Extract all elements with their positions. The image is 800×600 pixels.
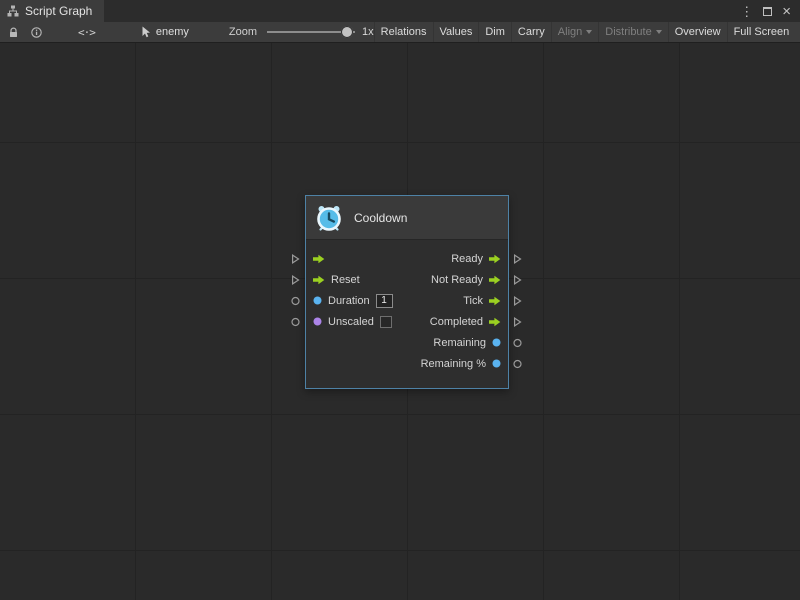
graph-canvas[interactable]: Cooldown Ready [0,43,800,600]
port-row: Ready [306,248,508,269]
port-label: Reset [331,274,360,286]
values-button[interactable]: Values [433,22,479,42]
port-label: Tick [463,295,483,307]
zoom-label: Zoom [229,26,257,38]
node-header[interactable]: Cooldown [306,196,508,240]
value-connector-icon[interactable] [291,317,300,326]
flow-connector-icon[interactable] [513,253,522,264]
zoom-control: Zoom 1x [229,25,374,39]
flow-connector-icon[interactable] [513,274,522,285]
port-row: Duration Tick [306,290,508,311]
flow-out-port-icon[interactable] [489,254,501,264]
flow-connector-icon[interactable] [291,253,300,264]
carry-button[interactable]: Carry [511,22,551,42]
menu-button[interactable]: ⋮ [740,5,753,18]
close-button[interactable]: × [782,4,791,19]
chevron-down-icon [656,30,662,34]
port-row: Reset Not Ready [306,269,508,290]
script-graph-tab[interactable]: Script Graph [0,0,104,22]
zoom-slider-handle[interactable] [341,26,353,38]
zoom-slider[interactable] [267,25,355,39]
port-row: Remaining % [306,353,508,374]
flow-connector-icon[interactable] [513,316,522,327]
flow-in-port-icon[interactable] [313,275,325,285]
port-label: Completed [430,316,483,328]
bool-port-icon[interactable] [313,317,322,326]
info-button[interactable] [31,27,42,38]
tab-label: Script Graph [25,4,92,18]
script-graph-icon [7,5,19,17]
unscaled-checkbox[interactable] [380,316,392,328]
chevron-down-icon [586,30,592,34]
float-port-icon[interactable] [313,296,322,305]
port-label: Ready [451,253,483,265]
toolbar-buttons: Relations Values Dim Carry Align Distrib… [374,22,796,42]
flow-out-port-icon[interactable] [489,317,501,327]
align-label: Align [558,26,582,38]
port-row: Remaining [306,332,508,353]
zoom-value: 1x [362,26,374,38]
flow-in-port-icon[interactable] [313,254,325,264]
dim-button[interactable]: Dim [478,22,511,42]
window-titlebar: Script Graph ⋮ × [0,0,800,22]
port-label: Unscaled [328,316,374,328]
cooldown-node[interactable]: Cooldown Ready [305,195,509,389]
value-connector-icon[interactable] [291,296,300,305]
pointer-icon [141,26,151,38]
port-label: Remaining % [421,358,486,370]
overview-button[interactable]: Overview [668,22,727,42]
maximize-button[interactable] [763,7,772,16]
relations-button[interactable]: Relations [374,22,433,42]
port-row: Unscaled Completed [306,311,508,332]
graph-name: enemy [156,26,189,38]
distribute-label: Distribute [605,26,651,38]
lock-button[interactable] [8,27,19,38]
code-toggle-button[interactable]: <·> [78,26,95,39]
flow-connector-icon[interactable] [513,295,522,306]
info-icon [31,27,42,38]
graph-toolbar: <·> enemy Zoom 1x Relations Values Dim C… [0,22,800,43]
align-button[interactable]: Align [551,22,598,42]
node-body: Ready Reset Not Ready [306,240,508,388]
script-graph-window: Script Graph ⋮ × <·> ene [0,0,800,600]
float-port-icon[interactable] [492,359,501,368]
duration-input[interactable] [376,294,393,308]
alarm-clock-icon [314,203,344,233]
value-connector-icon[interactable] [513,338,522,347]
float-port-icon[interactable] [492,338,501,347]
lock-icon [8,27,19,38]
full-screen-button[interactable]: Full Screen [727,22,796,42]
distribute-button[interactable]: Distribute [598,22,667,42]
port-label: Remaining [433,337,486,349]
port-label: Not Ready [431,274,483,286]
graph-breadcrumb[interactable]: enemy [141,26,189,38]
flow-out-port-icon[interactable] [489,296,501,306]
window-controls: ⋮ × [740,0,800,22]
node-title: Cooldown [354,211,407,225]
maximize-icon [763,7,772,16]
flow-connector-icon[interactable] [291,274,300,285]
flow-out-port-icon[interactable] [489,275,501,285]
port-label: Duration [328,295,370,307]
value-connector-icon[interactable] [513,359,522,368]
